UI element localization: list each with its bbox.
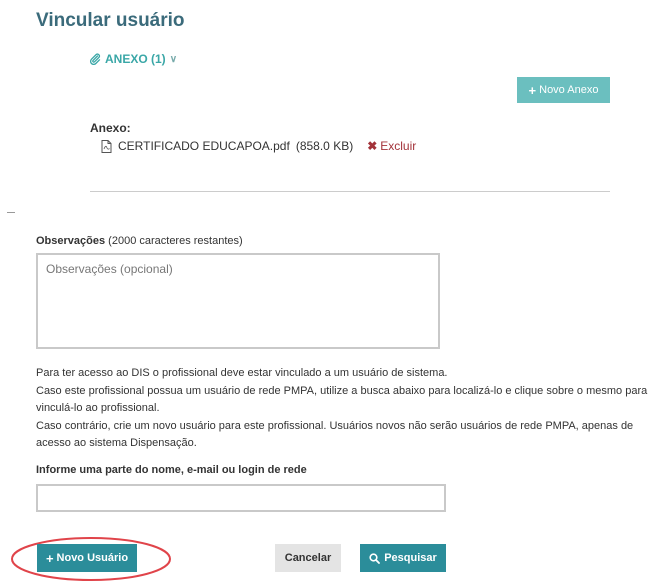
info-line: vinculá-lo ao profissional. xyxy=(36,402,160,414)
left-dash-divider xyxy=(7,212,15,213)
new-attachment-label: Novo Anexo xyxy=(539,84,599,96)
plus-icon: + xyxy=(528,82,537,98)
new-user-label: Novo Usuário xyxy=(56,552,129,564)
new-attachment-button[interactable]: + Novo Anexo xyxy=(517,77,610,103)
search-button-label: Pesquisar xyxy=(384,552,437,564)
delete-attachment-link[interactable]: ✖ Excluir xyxy=(367,139,416,153)
observations-label: Observações (2000 caracteres restantes) xyxy=(36,235,243,247)
plus-icon: + xyxy=(45,550,54,566)
search-button[interactable]: Pesquisar xyxy=(360,544,446,572)
observations-counter: (2000 caracteres restantes) xyxy=(108,235,243,247)
new-user-button[interactable]: + Novo Usuário xyxy=(37,544,137,572)
observations-title: Observações xyxy=(36,235,106,247)
info-line: Para ter acesso ao DIS o profissional de… xyxy=(36,367,448,379)
attachment-filename[interactable]: CERTIFICADO EDUCAPOA.pdf xyxy=(118,139,290,153)
anexo-toggle[interactable]: ANEXO (1) ∨ xyxy=(89,52,177,66)
attachment-file-row: CERTIFICADO EDUCAPOA.pdf (858.0 KB) ✖ Ex… xyxy=(101,139,416,153)
paperclip-icon xyxy=(89,53,101,65)
page-title: Vincular usuário xyxy=(36,10,185,31)
chevron-double-down-icon: ∨ xyxy=(169,53,178,65)
section-divider xyxy=(90,191,610,192)
info-line: Caso contrário, crie um novo usuário par… xyxy=(36,419,634,432)
search-icon xyxy=(369,552,381,564)
info-text: Para ter acesso ao DIS o profissional de… xyxy=(36,365,650,453)
info-line: Caso este profissional possua um usuário… xyxy=(36,384,648,397)
cancel-button[interactable]: Cancelar xyxy=(275,544,341,572)
attachment-filesize: (858.0 KB) xyxy=(295,139,354,153)
anexo-toggle-label: ANEXO (1) xyxy=(105,52,166,66)
search-input[interactable] xyxy=(36,484,446,512)
pdf-file-icon xyxy=(101,139,112,153)
attachment-label: Anexo: xyxy=(90,121,131,135)
delete-attachment-label: Excluir xyxy=(380,139,417,153)
observations-textarea[interactable] xyxy=(36,253,440,349)
search-label: Informe uma parte do nome, e-mail ou log… xyxy=(36,464,307,476)
close-icon: ✖ xyxy=(367,139,378,153)
info-line: acesso ao sistema Dispensação. xyxy=(36,437,197,449)
